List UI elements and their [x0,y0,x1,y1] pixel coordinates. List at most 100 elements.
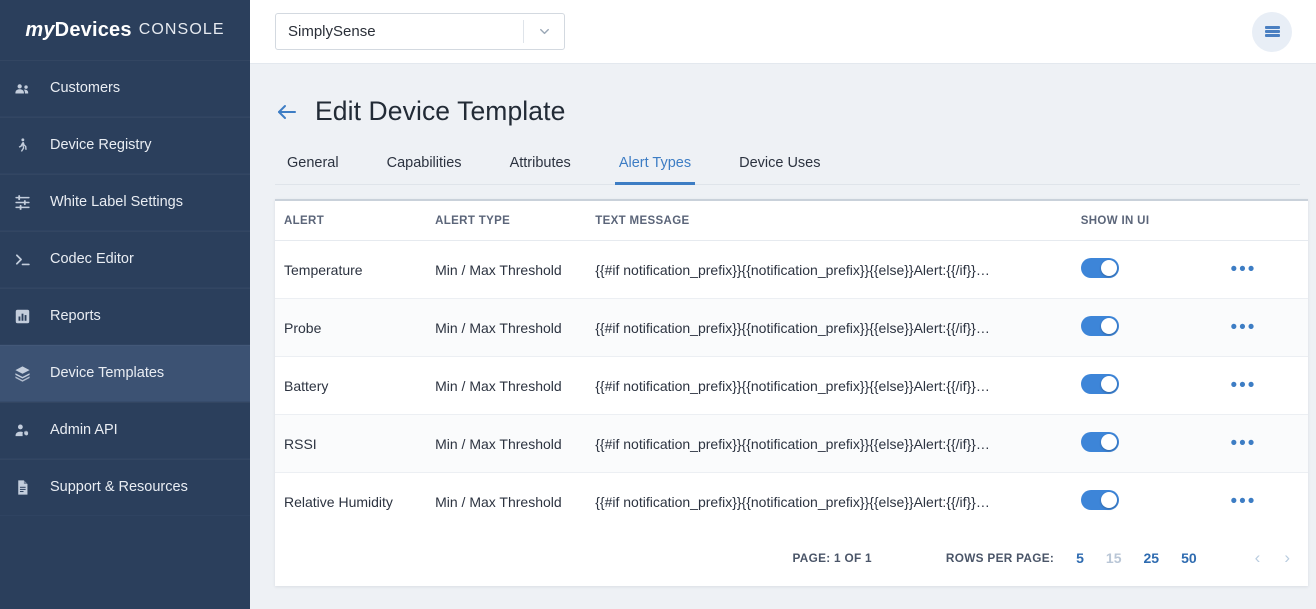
page-header: Edit Device Template [275,84,1300,139]
kebab-menu-icon[interactable]: ••• [1231,318,1257,337]
show-in-ui-toggle[interactable] [1081,316,1119,336]
column-header-show-in-ui: SHOW IN UI [1081,201,1231,241]
sidebar-item-label: Device Templates [50,366,164,381]
sidebar-item-reports[interactable]: Reports [0,288,250,345]
table-head: ALERT ALERT TYPE TEXT MESSAGE SHOW IN UI [275,201,1308,241]
cell-text-message: {{#if notification_prefix}}{{notificatio… [595,357,1081,415]
rows-per-page-15[interactable]: 15 [1106,550,1122,566]
pagination-bar: PAGE: 1 OF 1 ROWS PER PAGE: 5 15 25 50 ‹… [275,530,1308,586]
menu-bar [1265,30,1280,33]
tab-bar: General Capabilities Attributes Alert Ty… [275,142,1300,185]
cell-actions: ••• [1231,299,1309,357]
menu-bar [1265,34,1280,37]
show-in-ui-toggle[interactable] [1081,490,1119,510]
page-indicator: PAGE: 1 OF 1 [793,551,872,565]
cell-show-in-ui [1081,299,1231,357]
terminal-icon [14,251,40,268]
cell-show-in-ui [1081,415,1231,473]
sidebar-item-label: Codec Editor [50,252,134,267]
kebab-menu-icon[interactable]: ••• [1231,376,1257,395]
cell-alert-type: Min / Max Threshold [435,357,595,415]
arrow-left-icon[interactable] [275,100,299,124]
cell-actions: ••• [1231,415,1309,473]
sidebar-nav: Customers Device Registry [0,60,250,516]
table-header-row: ALERT ALERT TYPE TEXT MESSAGE SHOW IN UI [275,201,1308,241]
sidebar-item-white-label-settings[interactable]: White Label Settings [0,174,250,231]
show-in-ui-toggle[interactable] [1081,432,1119,452]
main-area: SimplySense [250,0,1316,609]
app-root: myDevices CONSOLE Customers [0,0,1316,609]
tab-alert-types[interactable]: Alert Types [615,155,695,185]
toggle-knob [1101,492,1117,508]
kebab-menu-icon[interactable]: ••• [1231,434,1257,453]
kebab-menu-icon[interactable]: ••• [1231,492,1257,511]
toggle-knob [1101,376,1117,392]
cell-actions: ••• [1231,241,1309,299]
rows-per-page-5[interactable]: 5 [1076,550,1084,566]
alert-types-card: ALERT ALERT TYPE TEXT MESSAGE SHOW IN UI… [275,199,1308,586]
toggle-knob [1101,260,1117,276]
hamburger-menu-icon[interactable] [1252,12,1292,52]
table-row: Probe Min / Max Threshold {{#if notifica… [275,299,1308,357]
organization-select[interactable]: SimplySense [275,13,565,50]
layers-icon [14,365,40,382]
sidebar-item-support-resources[interactable]: Support & Resources [0,459,250,516]
sidebar-item-label: Admin API [50,423,118,438]
toggle-knob [1101,434,1117,450]
chevron-down-icon [524,24,564,39]
cell-text-message: {{#if notification_prefix}}{{notificatio… [595,415,1081,473]
page-title: Edit Device Template [315,96,565,127]
sidebar-item-label: Support & Resources [50,480,188,495]
rows-per-page-50[interactable]: 50 [1181,550,1197,566]
table-row: Temperature Min / Max Threshold {{#if no… [275,241,1308,299]
bar-chart-icon [14,308,40,325]
cell-show-in-ui [1081,357,1231,415]
person-walk-icon [14,137,40,154]
show-in-ui-toggle[interactable] [1081,374,1119,394]
toggle-knob [1101,318,1117,334]
top-bar: SimplySense [250,0,1316,64]
cell-alert-type: Min / Max Threshold [435,473,595,531]
content-area: Edit Device Template General Capabilitie… [250,64,1316,609]
cell-alert-type: Min / Max Threshold [435,241,595,299]
document-icon [14,479,40,496]
chevron-right-icon[interactable]: › [1284,548,1290,568]
tab-attributes[interactable]: Attributes [506,155,575,185]
tab-capabilities[interactable]: Capabilities [383,155,466,185]
sidebar-item-device-registry[interactable]: Device Registry [0,117,250,174]
sidebar-item-codec-editor[interactable]: Codec Editor [0,231,250,288]
cell-alert-type: Min / Max Threshold [435,299,595,357]
table-body: Temperature Min / Max Threshold {{#if no… [275,241,1308,531]
chevron-left-icon[interactable]: ‹ [1255,548,1261,568]
sliders-icon [14,194,40,211]
cell-show-in-ui [1081,473,1231,531]
organization-select-value: SimplySense [276,23,523,40]
cell-alert: Battery [275,357,435,415]
cell-text-message: {{#if notification_prefix}}{{notificatio… [595,241,1081,299]
cell-text-message: {{#if notification_prefix}}{{notificatio… [595,473,1081,531]
person-gear-icon [14,422,40,439]
column-header-text-message: TEXT MESSAGE [595,201,1081,241]
show-in-ui-toggle[interactable] [1081,258,1119,278]
sidebar-item-label: White Label Settings [50,195,183,210]
cell-alert: RSSI [275,415,435,473]
sidebar-item-device-templates[interactable]: Device Templates [0,345,250,402]
brand-logo: myDevices CONSOLE [0,0,250,60]
sidebar-item-admin-api[interactable]: Admin API [0,402,250,459]
sidebar-item-customers[interactable]: Customers [0,60,250,117]
kebab-menu-icon[interactable]: ••• [1231,260,1257,279]
sidebar-item-label: Customers [50,81,120,96]
sidebar: myDevices CONSOLE Customers [0,0,250,609]
cell-show-in-ui [1081,241,1231,299]
brand-console: CONSOLE [139,21,225,39]
rows-per-page-25[interactable]: 25 [1144,550,1160,566]
table-row: Battery Min / Max Threshold {{#if notifi… [275,357,1308,415]
tab-device-uses[interactable]: Device Uses [735,155,824,185]
brand-devices: Devices [55,19,132,42]
cell-alert-type: Min / Max Threshold [435,415,595,473]
tab-general[interactable]: General [283,155,343,185]
sidebar-item-label: Reports [50,309,101,324]
cell-actions: ••• [1231,473,1309,531]
column-header-alert-type: ALERT TYPE [435,201,595,241]
cell-alert: Temperature [275,241,435,299]
